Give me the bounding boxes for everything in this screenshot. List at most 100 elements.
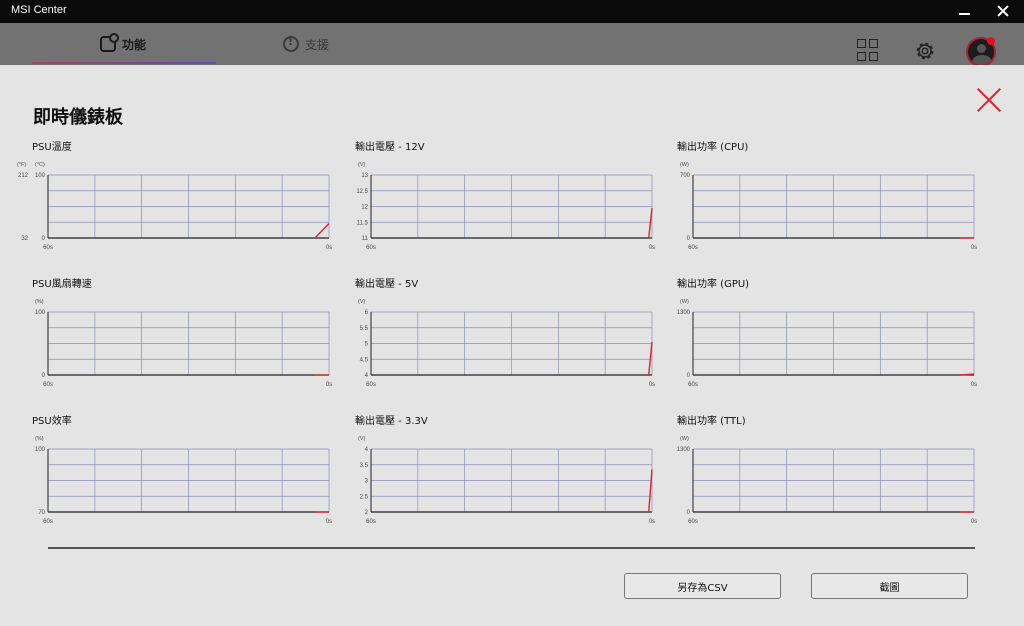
x-tick-label: 0s: [326, 519, 332, 525]
y-tick-label: 4: [365, 373, 369, 379]
y2-tick-label: 212: [18, 173, 29, 179]
y2-axis-unit: (°F): [17, 162, 26, 168]
y-tick-label: 0: [42, 373, 46, 379]
y-axis-unit: (W): [680, 162, 689, 168]
y-axis-unit: (V): [358, 162, 366, 168]
x-tick-label: 0s: [971, 382, 977, 388]
chart-block: 輸出功率 (CPU) (W) 700 0 60s 0s: [677, 138, 987, 258]
line-chart: (°C) (°F) 100 0 212 32 60s 0s: [17, 162, 332, 251]
line-chart: (%) 100 70 60s 0s: [35, 436, 332, 525]
x-tick-label: 60s: [688, 519, 698, 525]
line-chart: (%) 100 0 60s 0s: [35, 299, 332, 388]
x-tick-label: 0s: [971, 245, 977, 251]
series-line: [314, 223, 330, 239]
y-axis-unit: (V): [358, 436, 366, 442]
app-title: MSI Center: [11, 4, 67, 16]
y-tick-label: 0: [687, 236, 691, 242]
chart-block: PSU風扇轉速 (%) 100 0 60s 0s: [32, 275, 342, 395]
active-tab-underline: [32, 62, 216, 64]
chart-title: PSU溫度: [32, 142, 72, 153]
chart-title: 輸出電壓 - 5V: [355, 279, 419, 290]
x-tick-label: 60s: [366, 519, 376, 525]
y-tick-label: 4.5: [360, 357, 369, 363]
y-axis-unit: (°C): [35, 162, 45, 168]
line-chart: (W) 1300 0 60s 0s: [677, 436, 978, 525]
page-title: 即時儀錶板: [33, 107, 123, 128]
y-tick-label: 1300: [677, 447, 691, 453]
x-tick-label: 0s: [649, 519, 655, 525]
series-line: [648, 207, 653, 239]
chart-title: 輸出功率 (GPU): [677, 279, 750, 290]
x-tick-label: 60s: [366, 382, 376, 388]
save-csv-button[interactable]: 另存為CSV: [624, 573, 781, 599]
x-tick-label: 60s: [366, 245, 376, 251]
notification-dot: [987, 37, 995, 45]
y-axis-unit: (W): [680, 436, 689, 442]
series-line: [648, 469, 653, 513]
y-tick-label: 11.5: [357, 220, 369, 226]
y-tick-label: 0: [687, 510, 691, 516]
y-tick-label: 4: [365, 447, 369, 453]
y-tick-label: 700: [680, 173, 691, 179]
support-icon: [283, 35, 299, 52]
line-chart: (V) 4 3.5 3 2.5 2 60s 0s: [358, 436, 655, 525]
screenshot-button[interactable]: 截圖: [811, 573, 968, 599]
chart-title: PSU風扇轉速: [32, 279, 92, 290]
y-tick-label: 100: [35, 447, 46, 453]
chart-block: 輸出電壓 - 12V (V) 13 12.5 12 11.5 11 60s 0s: [355, 138, 665, 258]
divider: [48, 547, 975, 549]
minimize-button[interactable]: [953, 2, 977, 21]
chart-block: 輸出功率 (GPU) (W) 1300 0 60s 0s: [677, 275, 987, 395]
line-chart: (V) 6 5.5 5 4.5 4 60s 0s: [358, 299, 655, 388]
y-axis-unit: (W): [680, 299, 689, 305]
y-tick-label: 0: [42, 236, 46, 242]
x-tick-label: 0s: [326, 382, 332, 388]
chart-title: 輸出電壓 - 3.3V: [355, 416, 428, 427]
x-tick-label: 60s: [43, 245, 53, 251]
title-bar: MSI Center: [0, 0, 1024, 23]
chart-block: 輸出功率 (TTL) (W) 1300 0 60s 0s: [677, 412, 987, 532]
series-line: [648, 341, 653, 376]
y-axis-unit: (%): [35, 299, 44, 305]
close-window-button[interactable]: [991, 2, 1015, 21]
y-tick-label: 100: [35, 310, 46, 316]
y-tick-label: 70: [38, 510, 45, 516]
x-tick-label: 60s: [43, 382, 53, 388]
x-tick-label: 0s: [649, 382, 655, 388]
y-tick-label: 12.5: [356, 189, 368, 195]
realtime-dashboard-panel: 即時儀錶板 PSU溫度 (°C) (°F) 100 0 212 32 60s 0s 輸出電壓 - …: [0, 65, 1024, 626]
y-tick-label: 100: [35, 173, 46, 179]
y-tick-label: 3: [365, 479, 369, 485]
line-chart: (W) 1300 0 60s 0s: [677, 299, 978, 388]
chart-title: 輸出功率 (CPU): [677, 142, 749, 153]
tab-features[interactable]: 功能: [100, 23, 146, 65]
close-icon[interactable]: [976, 87, 1002, 113]
chart-title: 輸出功率 (TTL): [677, 416, 746, 427]
y-axis-unit: (%): [35, 436, 44, 442]
app-header: 功能 支援: [0, 23, 1024, 67]
y-tick-label: 3.5: [360, 463, 369, 469]
x-tick-label: 0s: [649, 245, 655, 251]
chart-block: 輸出電壓 - 3.3V (V) 4 3.5 3 2.5 2 60s 0s: [355, 412, 665, 532]
y-axis-unit: (V): [358, 299, 366, 305]
grid-icon[interactable]: [857, 39, 879, 61]
y-tick-label: 5: [365, 342, 369, 348]
gear-icon[interactable]: [913, 39, 935, 61]
chart-block: PSU效率 (%) 100 70 60s 0s: [32, 412, 342, 532]
chart-block: 輸出電壓 - 5V (V) 6 5.5 5 4.5 4 60s 0s: [355, 275, 665, 395]
chart-block: PSU溫度 (°C) (°F) 100 0 212 32 60s 0s: [17, 138, 342, 258]
y-tick-label: 12: [361, 205, 368, 211]
line-chart: (W) 700 0 60s 0s: [680, 162, 977, 251]
y-tick-label: 0: [687, 373, 691, 379]
chart-title: PSU效率: [32, 416, 72, 427]
y2-tick-label: 32: [21, 236, 28, 242]
tab-features-label: 功能: [122, 37, 147, 52]
x-tick-label: 60s: [688, 382, 698, 388]
y-tick-label: 13: [361, 173, 368, 179]
x-tick-label: 60s: [43, 519, 53, 525]
features-icon: [100, 33, 119, 52]
line-chart: (V) 13 12.5 12 11.5 11 60s 0s: [356, 162, 655, 251]
x-tick-label: 0s: [326, 245, 332, 251]
tab-support[interactable]: 支援: [283, 23, 329, 65]
series-line: [959, 373, 975, 376]
